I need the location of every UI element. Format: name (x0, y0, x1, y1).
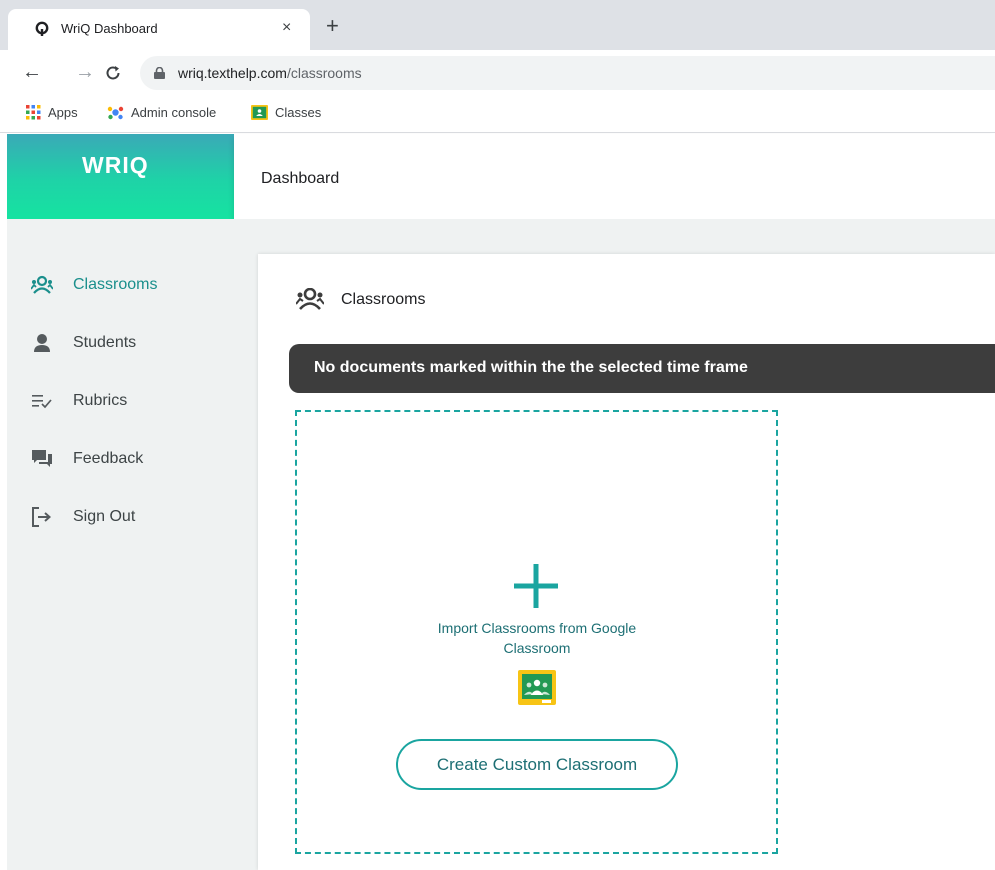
status-banner: No documents marked within the the selec… (289, 344, 995, 393)
tab-title: WriQ Dashboard (61, 21, 158, 36)
bookmarks-bar: Apps Admin console Classes (0, 95, 995, 133)
lock-icon (154, 67, 165, 79)
sidebar-item-students[interactable]: Students (7, 323, 234, 363)
bookmark-apps[interactable]: Apps (26, 105, 78, 120)
app-header: Dashboard (234, 134, 995, 219)
tab-close-icon[interactable]: × (282, 18, 291, 38)
sidebar-label-feedback: Feedback (73, 450, 144, 467)
status-banner-text: No documents marked within the the selec… (314, 359, 748, 376)
sidebar-label-classrooms: Classrooms (73, 276, 158, 293)
feedback-icon (32, 450, 52, 467)
wriq-logo: WRIQ (82, 152, 149, 178)
url-text: wriq.texthelp.com/classrooms (178, 65, 362, 81)
back-icon[interactable]: ← (22, 60, 42, 84)
sidebar-label-rubrics: Rubrics (73, 392, 128, 409)
import-label-line1: Import Classrooms from Google (437, 620, 637, 636)
sidebar-item-sign-out[interactable]: Sign Out (7, 497, 234, 537)
url-path: /classrooms (286, 65, 362, 81)
import-google-classroom-link[interactable]: Import Classrooms from Google Classroom (397, 618, 677, 658)
forward-icon[interactable]: → (75, 60, 95, 84)
classrooms-icon (31, 275, 53, 294)
sidebar-item-classrooms[interactable]: Classrooms (7, 265, 234, 305)
section-title: Classrooms (341, 291, 426, 308)
create-custom-classroom-button[interactable]: Create Custom Classroom (396, 739, 678, 790)
bookmark-admin-label: Admin console (131, 105, 217, 120)
admin-console-icon (107, 106, 124, 120)
google-classroom-icon[interactable] (518, 670, 556, 705)
import-label-line2: Classroom (503, 640, 571, 656)
bookmark-classes[interactable]: Classes (251, 105, 321, 120)
url-host: wriq.texthelp.com (178, 65, 287, 81)
reload-icon[interactable] (104, 64, 122, 82)
rubrics-icon (32, 395, 52, 409)
wriq-favicon-icon (35, 21, 49, 36)
page-title: Dashboard (261, 170, 340, 187)
bookmark-classes-label: Classes (275, 105, 322, 120)
sidebar-label-sign-out: Sign Out (73, 508, 136, 525)
browser-toolbar: ← → wriq.texthelp.com/classrooms (0, 50, 995, 95)
sidebar-item-rubrics[interactable]: Rubrics (7, 381, 234, 421)
google-classroom-icon (251, 105, 268, 120)
sidebar-item-feedback[interactable]: Feedback (7, 439, 234, 479)
plus-icon[interactable] (514, 564, 558, 608)
bookmark-apps-label: Apps (48, 105, 78, 120)
apps-grid-icon (26, 105, 41, 120)
browser-tab[interactable]: WriQ Dashboard × (8, 9, 310, 50)
classrooms-heading-icon (296, 288, 324, 310)
sign-out-icon (32, 507, 52, 527)
browser-tabstrip: WriQ Dashboard × + (0, 0, 995, 50)
sidebar-label-students: Students (73, 334, 137, 351)
import-dropzone[interactable]: Import Classrooms from Google Classroom … (295, 410, 778, 854)
wriq-logo-panel[interactable]: WRIQ (7, 134, 234, 219)
new-tab-button[interactable]: + (326, 15, 339, 37)
bookmark-admin-console[interactable]: Admin console (107, 105, 216, 120)
sidebar: Classrooms Students Rubrics Feedback Sig… (7, 219, 234, 870)
address-bar[interactable]: wriq.texthelp.com/classrooms (140, 56, 995, 90)
student-icon (34, 334, 50, 352)
